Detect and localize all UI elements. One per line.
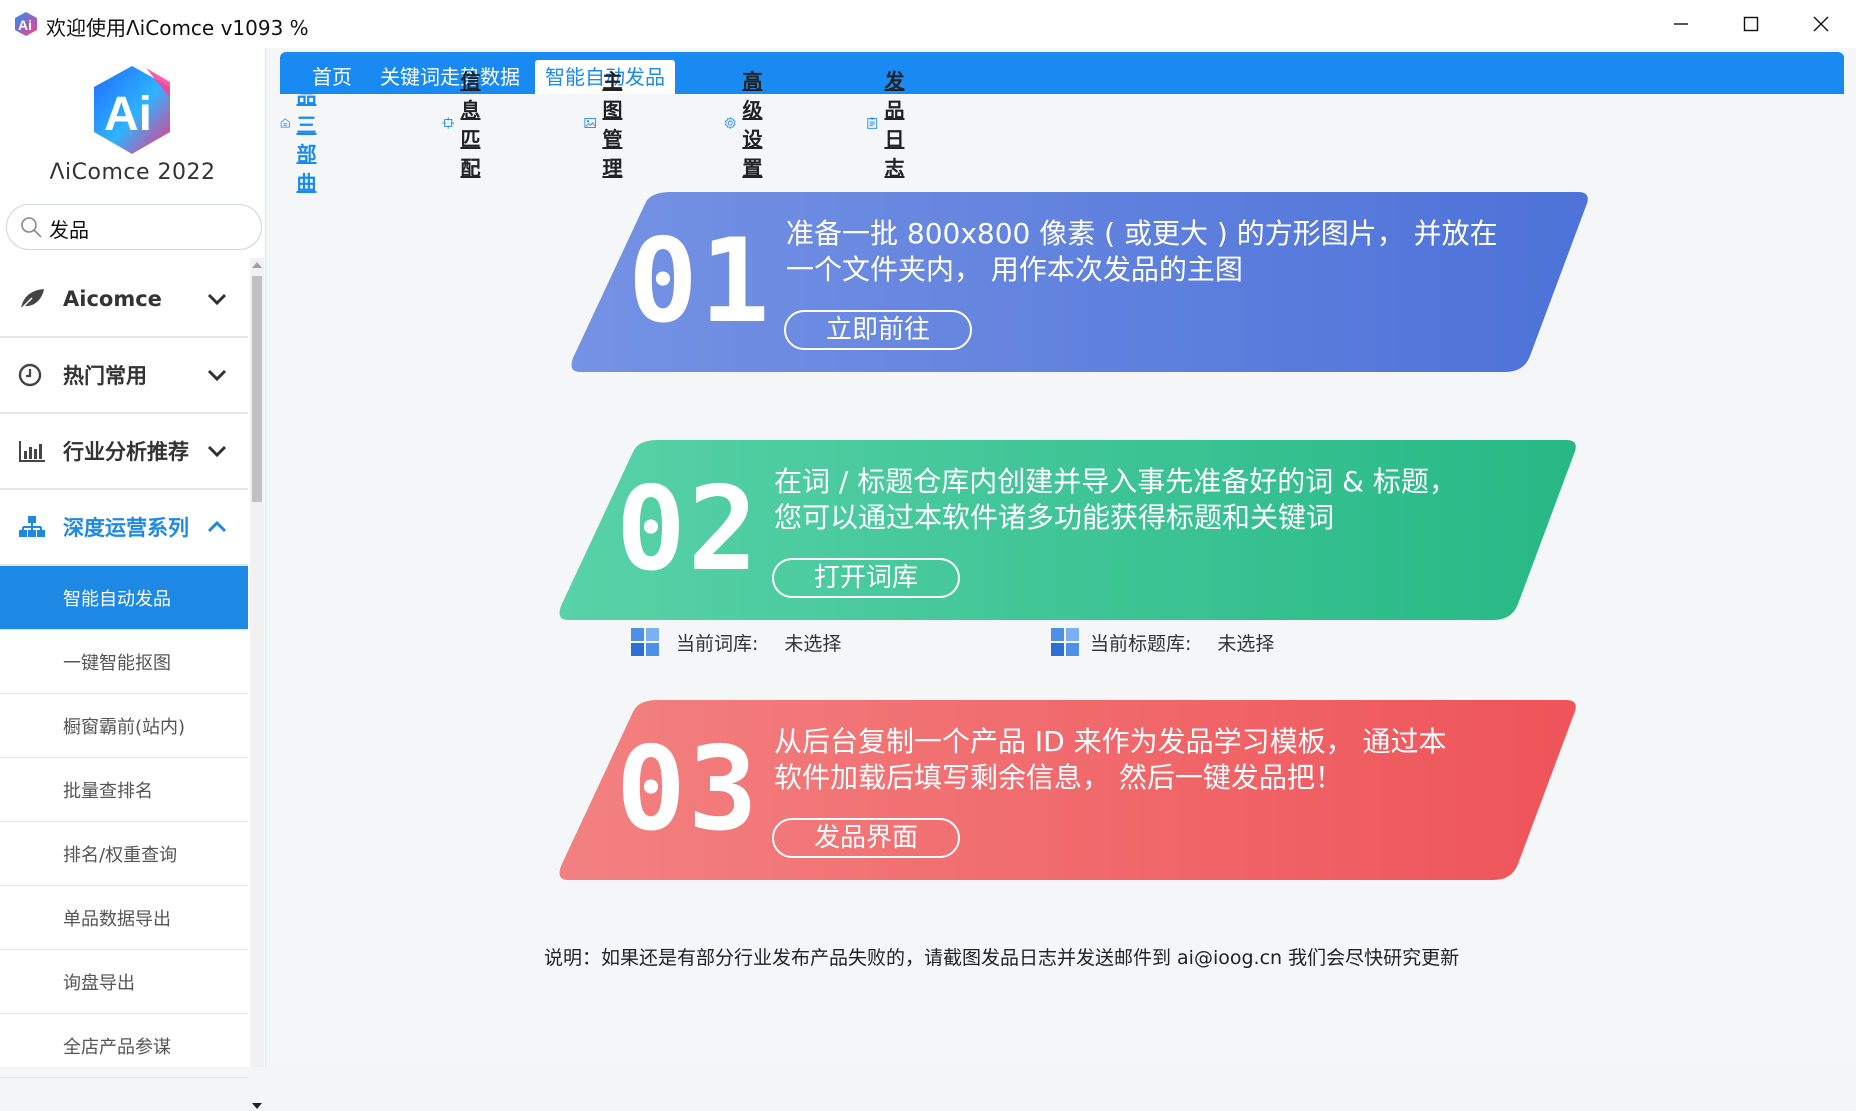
step-text-line: 从后台复制一个产品 ID 来作为发品学习模板， 通过本 <box>774 725 1447 758</box>
step-text-line: 在词 / 标题仓库内创建并导入事先准备好的词 & 标题， <box>774 465 1457 498</box>
word-library-value: 未选择 <box>784 632 842 655</box>
step-card-01: 01 准备一批 800x800 像素 ( 或更大 ) 的方形图片， 并放在 一个… <box>570 192 1590 372</box>
tool-advanced-settings[interactable]: 高级设置 <box>724 69 778 180</box>
current-word-library: 当前词库: 未选择 <box>630 626 841 658</box>
nav-group-industry-analysis[interactable]: 行业分析推荐 <box>0 414 248 490</box>
step-description: 准备一批 800x800 像素 ( 或更大 ) 的方形图片， 并放在 一个文件夹… <box>786 216 1556 288</box>
minimize-icon <box>1674 23 1688 25</box>
windows-grid-icon <box>631 628 659 656</box>
step-text-line: 准备一批 800x800 像素 ( 或更大 ) 的方形图片， 并放在 <box>786 217 1498 250</box>
nav-item-inquiry-export[interactable]: 询盘导出 <box>0 950 248 1014</box>
search-input[interactable] <box>47 205 251 251</box>
maximize-icon <box>1743 16 1759 32</box>
nav-item-label: 智能自动发品 <box>63 588 171 610</box>
nav-item-label: 单品数据导出 <box>63 908 171 930</box>
chevron-up-icon <box>207 520 227 533</box>
chevron-down-icon <box>207 369 227 382</box>
step-text-line: 一个文件夹内， 用作本次发品的主图 <box>786 253 1243 286</box>
step-description: 从后台复制一个产品 ID 来作为发品学习模板， 通过本 软件加载后填写剩余信息，… <box>774 724 1544 796</box>
org-chart-icon <box>19 516 45 537</box>
windows-grid-icon <box>1051 628 1079 656</box>
tool-label: 主图管理 <box>602 69 623 180</box>
window-title: 欢迎使用ΛiComce v1093 % <box>46 16 309 40</box>
nav-menu: Aicomce 热门常用 行业分析推荐 深度运营系列 智能自动发品 一键智能抠图… <box>0 262 248 1078</box>
crosshair-icon <box>442 117 454 129</box>
close-icon <box>1813 16 1829 32</box>
sidebar-scroll-thumb[interactable] <box>252 276 262 502</box>
scroll-up-arrow-icon[interactable] <box>251 260 263 270</box>
step-card-03: 03 从后台复制一个产品 ID 来作为发品学习模板， 通过本 软件加载后填写剩余… <box>558 700 1578 880</box>
home-icon <box>280 118 290 128</box>
nav-item-smart-cutout[interactable]: 一键智能抠图 <box>0 630 248 694</box>
clock-icon <box>18 363 42 387</box>
step-description: 在词 / 标题仓库内创建并导入事先准备好的词 & 标题， 您可以通过本软件诸多功… <box>774 464 1544 536</box>
nav-item-showcase-top[interactable]: 橱窗霸前(站内) <box>0 694 248 758</box>
scroll-down-arrow-icon[interactable] <box>251 1101 263 1111</box>
tool-label: 信息匹配 <box>460 69 481 180</box>
tab-keyword-trend[interactable]: 关键词走势数据 <box>370 60 530 94</box>
nav-item-label: 橱窗霸前(站内) <box>63 716 186 738</box>
clipboard-icon <box>867 117 878 129</box>
leaf-icon <box>19 289 44 311</box>
nav-item-rank-weight-query[interactable]: 排名/权重查询 <box>0 822 248 886</box>
tool-label: 高级设置 <box>742 69 763 180</box>
word-library-label: 当前词库: <box>676 632 759 655</box>
search-icon <box>21 217 42 238</box>
svg-text:Ai: Ai <box>18 17 32 33</box>
tool-info-match[interactable]: 信息匹配 <box>442 69 496 180</box>
step-number: 01 <box>628 214 772 349</box>
nav-group-popular[interactable]: 热门常用 <box>0 338 248 414</box>
title-library-value: 未选择 <box>1217 632 1275 655</box>
close-button[interactable] <box>1786 0 1856 48</box>
nav-group-label: 行业分析推荐 <box>63 440 189 464</box>
nav-item-batch-ranking[interactable]: 批量查排名 <box>0 758 248 822</box>
nav-item-label: 询盘导出 <box>63 972 135 994</box>
nav-item-label: 一键智能抠图 <box>63 652 171 674</box>
nav-item-label: 全店产品参谋 <box>63 1036 171 1058</box>
title-bar: Ai 欢迎使用ΛiComce v1093 % <box>0 0 1856 49</box>
step-text-line: 您可以通过本软件诸多功能获得标题和关键词 <box>774 501 1335 534</box>
current-title-library: 当前标题库: 未选择 <box>1050 626 1274 658</box>
footer-note: 说明：如果还是有部分行业发布产品失败的，请截图发品日志并发送邮件到 ai@ioo… <box>544 947 1460 969</box>
listing-interface-button[interactable]: 发品界面 <box>772 818 960 858</box>
minimize-button[interactable] <box>1646 0 1716 48</box>
nav-group-label: 深度运营系列 <box>63 516 189 540</box>
nav-group-deep-operation[interactable]: 深度运营系列 <box>0 490 248 566</box>
step-number: 03 <box>616 722 760 857</box>
nav-item-smart-auto-listing[interactable]: 智能自动发品 <box>0 566 248 630</box>
nav-item-label: 排名/权重查询 <box>63 844 178 866</box>
svg-text:Ai: Ai <box>104 88 152 141</box>
step-card-02: 02 在词 / 标题仓库内创建并导入事先准备好的词 & 标题， 您可以通过本软件… <box>558 440 1578 620</box>
sidebar: Ai ΛiComce 2022 Aicomce 热门常用 <box>0 48 266 1109</box>
brand-name: ΛiComce 2022 <box>49 160 216 185</box>
brand-logo: Ai <box>94 66 170 154</box>
go-now-button[interactable]: 立即前往 <box>784 310 972 350</box>
nav-item-label: 批量查排名 <box>63 780 153 802</box>
tool-label: 发品三部曲 <box>296 54 317 195</box>
nav-group-aicomce[interactable]: Aicomce <box>0 262 248 338</box>
tool-listing-trilogy[interactable]: 发品三部曲 <box>280 55 334 195</box>
chevron-down-icon <box>207 293 227 306</box>
nav-group-label: 热门常用 <box>63 364 147 388</box>
search-box[interactable] <box>6 204 262 251</box>
tool-listing-log[interactable]: 发品日志 <box>866 69 920 180</box>
app-logo-icon: Ai <box>15 12 37 36</box>
bar-chart-icon <box>19 441 45 462</box>
tool-main-image[interactable]: 主图管理 <box>584 69 638 180</box>
tool-label: 发品日志 <box>884 69 905 180</box>
image-icon <box>584 118 596 128</box>
open-word-library-button[interactable]: 打开词库 <box>772 558 960 598</box>
step-number: 02 <box>616 462 760 597</box>
nav-item-product-export[interactable]: 单品数据导出 <box>0 886 248 950</box>
step-text-line: 软件加载后填写剩余信息， 然后一键发品把！ <box>774 761 1343 794</box>
nav-group-label: Aicomce <box>63 287 162 311</box>
nav-item-store-advisor[interactable]: 全店产品参谋 <box>0 1014 248 1078</box>
maximize-button[interactable] <box>1716 0 1786 48</box>
chevron-down-icon <box>207 445 227 458</box>
gear-icon <box>724 116 736 130</box>
tab-bar: 首页 关键词走势数据 智能自动发品 <box>280 52 1844 94</box>
title-library-label: 当前标题库: <box>1090 632 1192 655</box>
